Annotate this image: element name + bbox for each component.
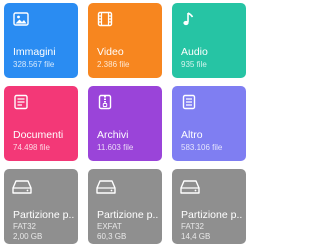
hard-drive-icon — [180, 179, 200, 195]
archive-icon — [97, 94, 113, 110]
film-icon — [97, 11, 113, 27]
music-note-icon — [181, 11, 197, 27]
tile-partition-1[interactable]: Partizione p... FAT32 2,00 GB — [4, 169, 78, 244]
tile-count: 935 file — [181, 60, 207, 69]
tile-title: Immagini — [13, 46, 56, 58]
file-category-grid: Immagini 328.567 file Video 2.386 file A… — [4, 3, 246, 244]
tile-count: 2.386 file — [97, 60, 130, 69]
tile-title: Video — [97, 46, 124, 58]
tile-count: 583.106 file — [181, 143, 223, 152]
tile-filesystem: EXFAT — [97, 222, 122, 231]
document-icon — [13, 94, 29, 110]
hard-drive-icon — [12, 179, 32, 195]
tile-filesystem: FAT32 — [181, 222, 204, 231]
tile-filesystem: FAT32 — [13, 222, 36, 231]
tile-count: 74.498 file — [13, 143, 50, 152]
tile-images[interactable]: Immagini 328.567 file — [4, 3, 78, 78]
tile-size: 2,00 GB — [13, 232, 43, 241]
image-icon — [13, 11, 29, 27]
tile-partition-3[interactable]: Partizione p... FAT32 14,4 GB — [172, 169, 246, 244]
tile-title: Partizione p... — [181, 209, 243, 221]
tile-count: 328.567 file — [13, 60, 55, 69]
tile-title: Audio — [181, 46, 208, 58]
tile-size: 14,4 GB — [181, 232, 211, 241]
tile-size: 60,3 GB — [97, 232, 127, 241]
tile-video[interactable]: Video 2.386 file — [88, 3, 162, 78]
tile-title: Partizione p... — [97, 209, 159, 221]
hard-drive-icon — [96, 179, 116, 195]
tile-title: Altro — [181, 129, 203, 141]
tile-archives[interactable]: Archivi 11.603 file — [88, 86, 162, 161]
tile-other[interactable]: Altro 583.106 file — [172, 86, 246, 161]
tile-title: Partizione p... — [13, 209, 75, 221]
file-icon — [181, 94, 197, 110]
tile-title: Archivi — [97, 129, 129, 141]
tile-count: 11.603 file — [97, 143, 134, 152]
tile-audio[interactable]: Audio 935 file — [172, 3, 246, 78]
tile-title: Documenti — [13, 129, 64, 141]
tile-documents[interactable]: Documenti 74.498 file — [4, 86, 78, 161]
tile-partition-2[interactable]: Partizione p... EXFAT 60,3 GB — [88, 169, 162, 244]
